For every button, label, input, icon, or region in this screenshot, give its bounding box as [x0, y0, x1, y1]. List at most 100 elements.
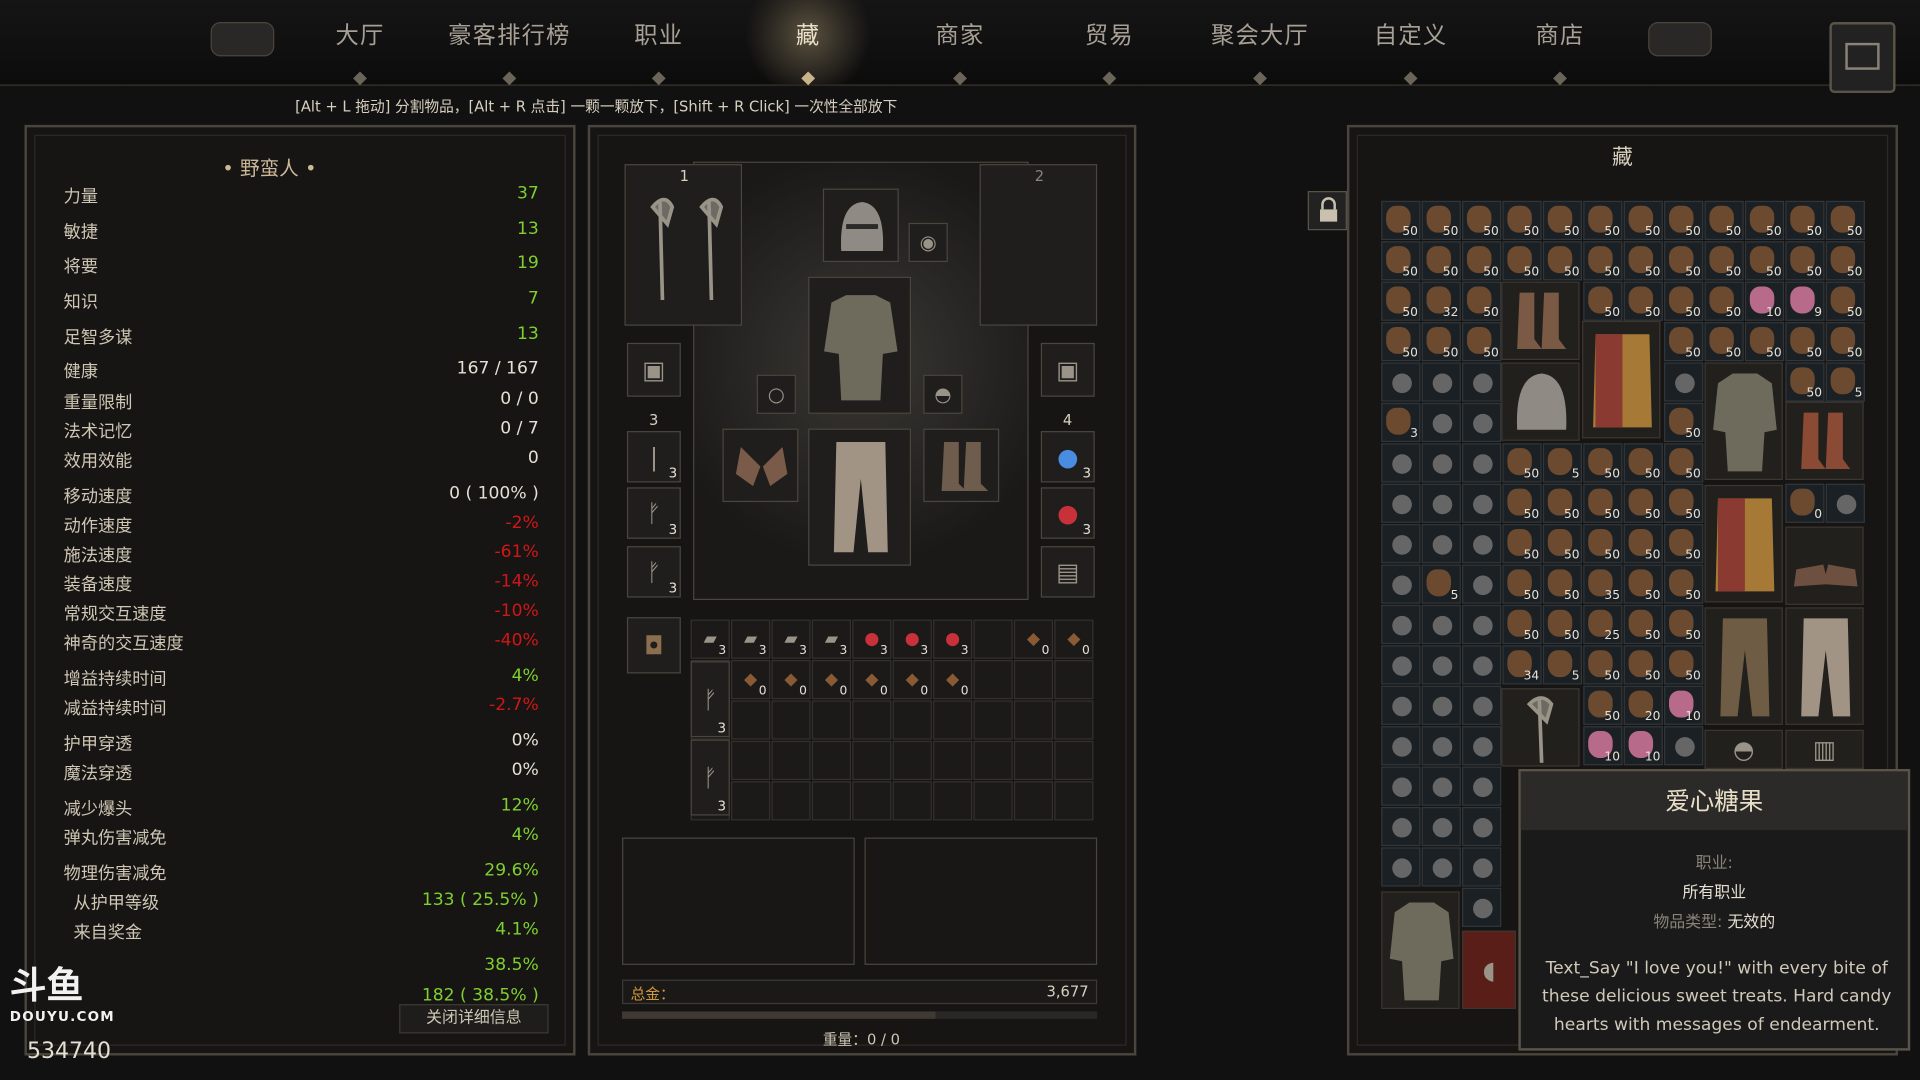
- stash-cell[interactable]: 34: [1502, 645, 1542, 685]
- stash-cell[interactable]: 50: [1704, 241, 1744, 281]
- inventory-cell[interactable]: ◆ 0: [1013, 619, 1054, 659]
- stash-cell[interactable]: [1462, 806, 1502, 847]
- stash-cell[interactable]: 10: [1664, 685, 1704, 725]
- stash-cell[interactable]: [1421, 524, 1461, 564]
- stash-cell[interactable]: [1462, 443, 1502, 483]
- inventory-cell[interactable]: [811, 781, 852, 821]
- stash-cell[interactable]: [1381, 726, 1421, 766]
- inventory-cell[interactable]: [933, 700, 973, 740]
- stash-item-hood[interactable]: ◖: [1462, 930, 1516, 1009]
- head-slot[interactable]: [822, 188, 899, 263]
- necklace-slot[interactable]: ◉: [908, 222, 948, 263]
- stash-cell[interactable]: 50: [1825, 200, 1865, 241]
- stash-cell[interactable]: 50: [1462, 241, 1502, 281]
- stash-cell[interactable]: 50: [1623, 604, 1663, 645]
- stash-cell[interactable]: 50: [1381, 241, 1421, 281]
- inventory-item-axe[interactable]: ᚠ3: [690, 661, 730, 738]
- utility-slot[interactable]: ❘ 3: [626, 431, 681, 483]
- stash-cell[interactable]: [1381, 443, 1421, 483]
- stash-cell[interactable]: 50: [1502, 443, 1542, 483]
- tab-trade[interactable]: 贸易: [1070, 17, 1148, 86]
- utility-slot[interactable]: ᚠ3: [626, 546, 681, 598]
- stash-cell[interactable]: 50: [1462, 281, 1502, 321]
- weapon-slot-1[interactable]: 1: [624, 164, 743, 326]
- stash-cell[interactable]: 50: [1502, 241, 1542, 281]
- inventory-cell[interactable]: [933, 740, 973, 781]
- stash-cell[interactable]: 50: [1583, 281, 1623, 321]
- backpack-slot[interactable]: ◘: [626, 617, 681, 674]
- stash-cell[interactable]: 50: [1704, 200, 1744, 241]
- stash-cell[interactable]: [1462, 402, 1502, 443]
- inventory-cell[interactable]: [811, 700, 852, 740]
- stash-cell[interactable]: 50: [1623, 564, 1663, 604]
- ring-slot-left[interactable]: ○: [756, 374, 796, 414]
- stash-item-shoes[interactable]: [1785, 526, 1864, 605]
- stash-cell[interactable]: 50: [1623, 483, 1663, 523]
- stash-cell[interactable]: [1421, 766, 1461, 806]
- stash-cell[interactable]: [1381, 524, 1421, 564]
- inventory-cell[interactable]: ▰ 3: [771, 619, 811, 659]
- nav-next-button[interactable]: [1648, 22, 1712, 57]
- stash-cell[interactable]: 50: [1583, 241, 1623, 281]
- stash-cell[interactable]: [1462, 766, 1502, 806]
- stash-cell[interactable]: 50: [1502, 564, 1542, 604]
- stash-cell[interactable]: 50: [1502, 483, 1542, 523]
- settings-corner-button[interactable]: [1829, 22, 1896, 94]
- tab-lobby[interactable]: 大厅: [321, 17, 399, 86]
- tab-gathering-hall[interactable]: 聚会大厅: [1202, 17, 1317, 86]
- inventory-cell[interactable]: ▰ 3: [811, 619, 852, 659]
- inventory-cell[interactable]: ● 3: [933, 619, 973, 659]
- stash-cell[interactable]: 50: [1664, 443, 1704, 483]
- stash-cell[interactable]: 50: [1623, 524, 1663, 564]
- stash-cell[interactable]: 50: [1421, 241, 1461, 281]
- stash-cell[interactable]: 9: [1785, 281, 1825, 321]
- inventory-cell[interactable]: [852, 700, 892, 740]
- tab-custom[interactable]: 自定义: [1364, 17, 1457, 86]
- tab-class[interactable]: 职业: [618, 17, 699, 86]
- inventory-cell[interactable]: ● 3: [852, 619, 892, 659]
- stash-item-axe[interactable]: [1501, 688, 1580, 767]
- stash-cell[interactable]: [1381, 362, 1421, 402]
- stash-cell[interactable]: [1421, 645, 1461, 685]
- inventory-cell[interactable]: [1013, 660, 1054, 700]
- stash-cell[interactable]: 32: [1421, 281, 1461, 321]
- stash-item-boots[interactable]: [1785, 401, 1864, 481]
- inventory-cell[interactable]: [852, 781, 892, 821]
- inventory-cell[interactable]: [1013, 740, 1054, 781]
- stash-cell[interactable]: 50: [1623, 443, 1663, 483]
- stash-item-pants[interactable]: [1704, 607, 1783, 725]
- stash-cell[interactable]: 50: [1623, 281, 1663, 321]
- inventory-cell[interactable]: [973, 740, 1013, 781]
- stash-cell[interactable]: 50: [1664, 483, 1704, 523]
- inventory-cell[interactable]: ◆ 0: [1054, 619, 1094, 659]
- stash-cell[interactable]: 5: [1421, 564, 1461, 604]
- stash-cell[interactable]: 50: [1785, 362, 1825, 402]
- stash-cell[interactable]: [1381, 766, 1421, 806]
- stash-cell[interactable]: [1664, 362, 1704, 402]
- inventory-cell[interactable]: ◆ 0: [731, 660, 771, 700]
- inventory-cell[interactable]: [811, 740, 852, 781]
- inventory-cell[interactable]: [1054, 700, 1094, 740]
- tab-merchants[interactable]: 商家: [921, 17, 999, 86]
- stash-cell[interactable]: 50: [1381, 200, 1421, 241]
- stash-cell[interactable]: 0: [1785, 483, 1825, 523]
- inventory-cell[interactable]: ▰ 3: [690, 619, 730, 659]
- stash-cell[interactable]: [1664, 726, 1704, 766]
- stash-item-pants[interactable]: ▥: [1785, 729, 1864, 769]
- inventory-cell[interactable]: [1013, 700, 1054, 740]
- stash-cell[interactable]: 50: [1542, 604, 1583, 645]
- storage-pouch-left[interactable]: [622, 837, 855, 965]
- stash-cell[interactable]: [1421, 443, 1461, 483]
- stash-cell[interactable]: 5: [1542, 645, 1583, 685]
- stash-cell[interactable]: 50: [1381, 322, 1421, 362]
- stash-cell[interactable]: 50: [1623, 200, 1663, 241]
- stash-cell[interactable]: 50: [1583, 200, 1623, 241]
- stash-cell[interactable]: 50: [1825, 241, 1865, 281]
- inventory-cell[interactable]: [892, 781, 932, 821]
- inventory-cell[interactable]: [1054, 781, 1094, 821]
- stash-cell[interactable]: [1462, 604, 1502, 645]
- stash-cell[interactable]: [1381, 645, 1421, 685]
- inventory-cell[interactable]: ◆ 0: [933, 660, 973, 700]
- inventory-cell[interactable]: [973, 700, 1013, 740]
- stash-cell[interactable]: [1421, 806, 1461, 847]
